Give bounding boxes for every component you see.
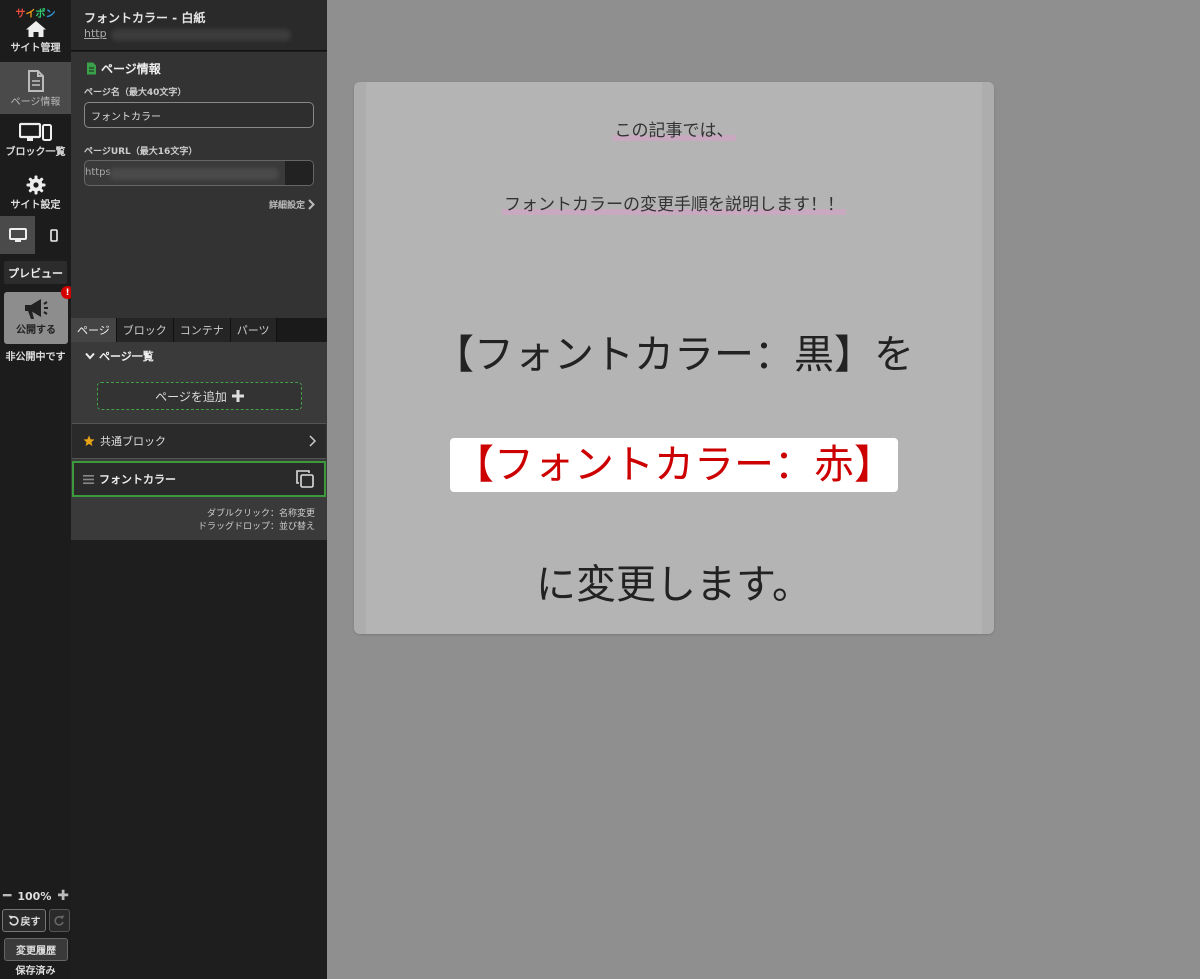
redo-icon [54,915,65,926]
tab-parts[interactable]: パーツ [230,318,277,342]
editor-canvas: この記事では、 フォントカラーの変更手順を説明します！！ 【フォントカラー：黒】… [327,0,1200,979]
add-page-label: ページを追加 [155,389,227,404]
sidebar-item-label: サイト管理 [10,43,61,54]
sidebar-item-label: ブロック一覧 [5,147,66,158]
publish-status: 非公開中です [5,352,66,363]
sidebar-item-site-management[interactable]: サイト管理 [0,20,71,60]
page-url-link[interactable]: http [84,27,107,40]
devices-icon [18,122,52,141]
tab-container[interactable]: コンテナ [173,318,231,342]
common-block-item[interactable]: 共通ブロック [72,423,326,459]
undo-button[interactable]: 戻す [2,909,46,932]
gear-icon [26,175,45,195]
redacted-url [111,29,291,41]
panel-tabs: ページ ブロック コンテナ パーツ [71,318,327,342]
preview-button[interactable]: プレビュー [4,261,67,284]
sidebar-item-site-settings[interactable]: サイト設定 [0,175,71,215]
page-list-toggle[interactable]: ページ一覧 [71,342,327,370]
zoom-out-icon[interactable]: ━ [3,889,11,903]
page-item-label: フォントカラー [99,473,176,486]
hint-drag-drop: ドラッグドロップ：並び替え [197,522,315,532]
saipon-logo[interactable]: サイポン [0,5,71,20]
chevron-right-icon [309,435,316,447]
home-icon [25,21,46,37]
hint-double-click: ダブルクリック：名称変更 [206,509,315,519]
publish-button[interactable]: 公開する [4,292,68,344]
sidebar-item-label: ページ情報 [10,97,61,108]
tab-page[interactable]: ページ [71,318,117,342]
text-line-change[interactable]: に変更します。 [354,552,994,610]
undo-label: 戻す [20,917,41,928]
highlighted-text: この記事では、 [612,116,736,141]
add-page-button[interactable]: ページを追加 [97,382,302,410]
text-line-intro[interactable]: この記事では、 [354,116,994,141]
chevron-down-icon [85,352,95,360]
save-status: 保存済み [15,966,56,977]
text-line-description[interactable]: フォントカラーの変更手順を説明します！！ [354,190,994,215]
star-icon [83,435,95,446]
desktop-icon [8,227,27,242]
page-url-input[interactable]: https [84,160,314,186]
page-name-input[interactable] [84,102,314,128]
page-info-title-text: ページ情報 [101,62,161,76]
highlighted-text: フォントカラーの変更手順を説明します！！ [502,190,846,215]
mobile-icon [49,228,58,242]
page-info-title: ページ情報 [86,60,161,77]
detail-settings-label: 詳細設定 [268,201,305,211]
tab-block[interactable]: ブロック [116,318,174,342]
sidebar-item-label: サイト設定 [10,200,61,211]
common-block-label: 共通ブロック [100,435,166,448]
text-line-red[interactable]: 【フォントカラー：赤】 [354,438,994,492]
desktop-view-toggle[interactable] [0,216,35,254]
editor-panel: フォントカラー - 白紙 http ページ情報 ページ名（最大40文字） ページ… [71,0,327,979]
chevron-right-icon [308,199,315,210]
plus-icon [231,390,244,402]
redacted-url [109,168,279,180]
zoom-in-icon[interactable]: ✚ [57,889,69,903]
copy-icon[interactable] [296,470,314,488]
panel-header: フォントカラー - 白紙 http [71,0,327,51]
page-list: ページを追加 共通ブロック フォントカラー ダブルクリック：名称変更 ドラッグド… [71,370,327,540]
page-url-value: https [85,167,111,178]
detail-settings-link[interactable]: 詳細設定 [269,198,315,211]
redo-button[interactable] [49,909,70,932]
undo-icon [8,915,19,926]
zoom-control: ━ 100% ✚ [3,888,69,904]
content-block[interactable]: この記事では、 フォントカラーの変更手順を説明します！！ 【フォントカラー：黒】… [354,82,994,634]
page-info-section: ページ情報 ページ名（最大40文字） ページURL（最大16文字） https … [71,52,327,318]
red-text-selection: 【フォントカラー：赤】 [450,438,898,492]
url-suffix-area [285,161,313,185]
page-url-label: ページURL（最大16文字） [84,147,198,157]
page-name-label: ページ名（最大40文字） [84,88,187,98]
drag-handle-icon[interactable] [83,474,94,484]
document-icon [27,70,44,92]
text-line-black[interactable]: 【フォントカラー：黒】を [354,322,994,380]
zoom-level: 100% [17,889,52,903]
sidebar-item-page-info[interactable]: ページ情報 [0,62,71,114]
page-list-item-current[interactable]: フォントカラー [72,461,326,497]
mobile-view-toggle[interactable] [36,216,71,254]
megaphone-icon [25,299,48,319]
page-list-title: ページ一覧 [99,350,154,363]
publish-label: 公開する [16,325,56,336]
document-icon [87,62,96,75]
sidebar-item-block-list[interactable]: ブロック一覧 [0,122,71,162]
change-history-button[interactable]: 変更履歴 [4,938,68,961]
left-rail: サイポン サイト管理 ページ情報 ブロック一覧 サイト設定 プレビュー 公開する… [0,0,74,979]
page-title: フォントカラー - 白紙 [84,11,206,25]
